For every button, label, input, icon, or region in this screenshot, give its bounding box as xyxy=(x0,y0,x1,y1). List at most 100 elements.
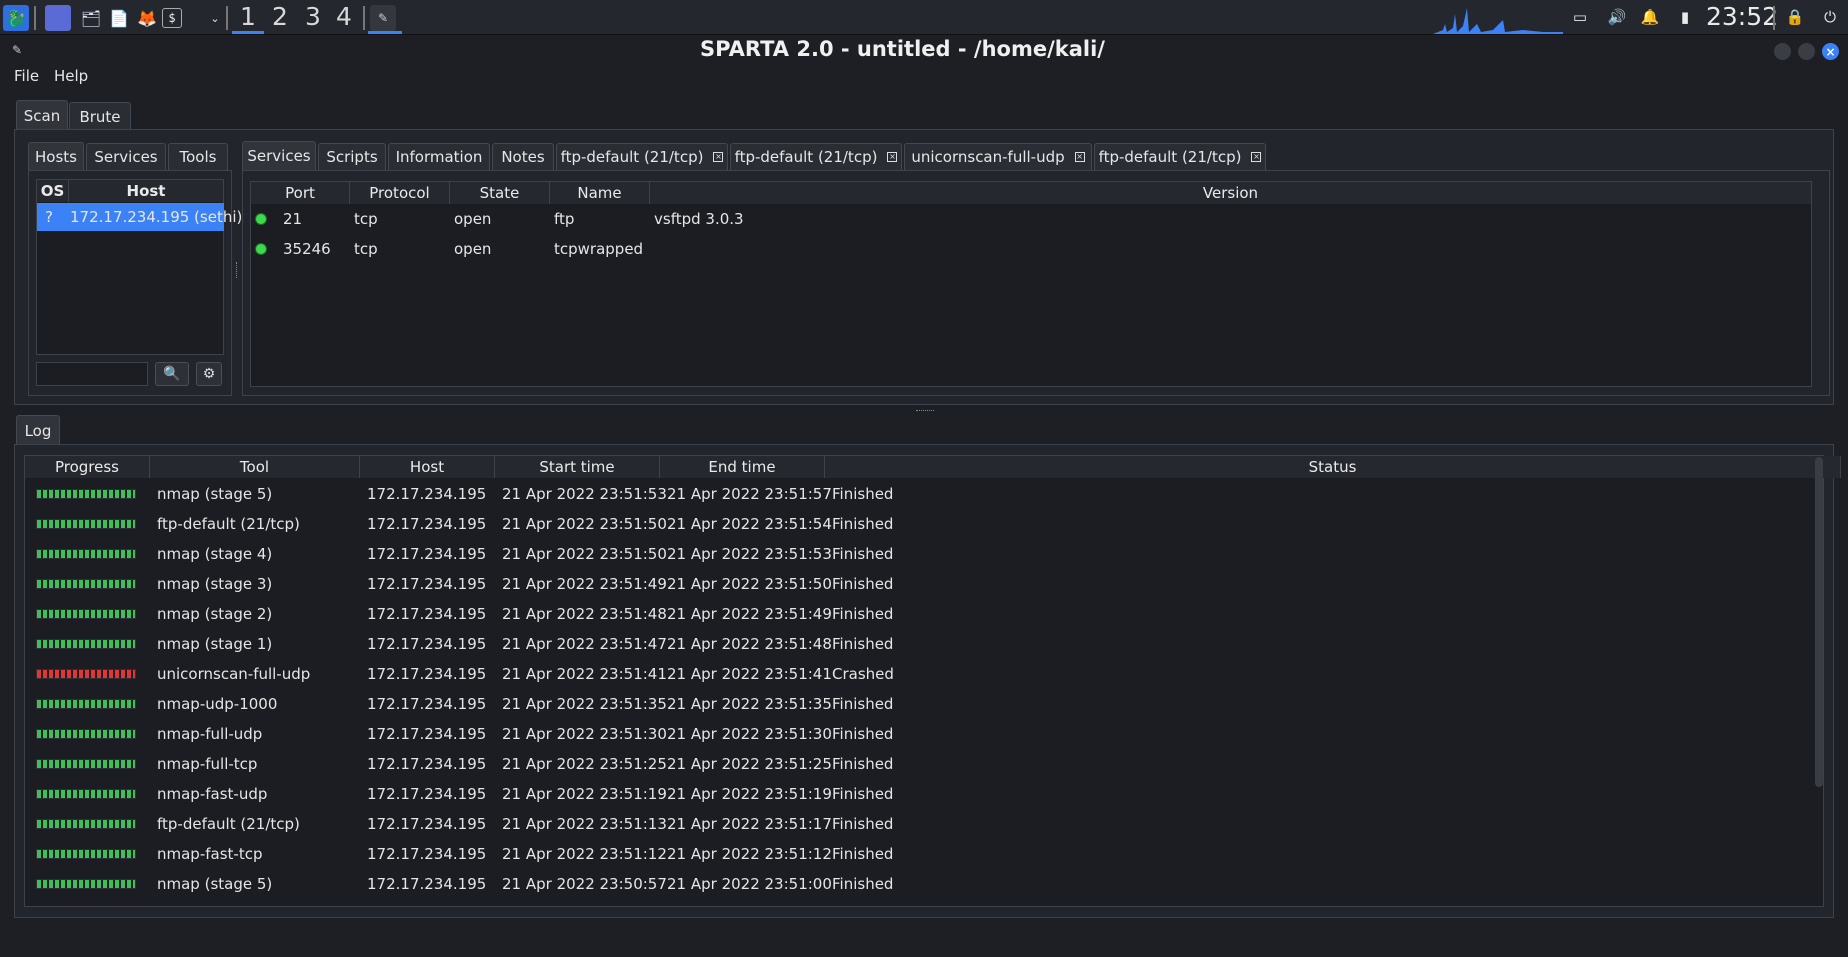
table-row[interactable]: nmap-full-tcp 172.17.234.195 21 Apr 2022 2… xyxy=(25,749,1815,779)
log-tool: ftp-default (21/tcp) xyxy=(157,815,300,833)
battery-icon[interactable]: ▮ xyxy=(1675,7,1695,27)
log-header-progress[interactable]: Progress xyxy=(25,456,150,478)
window-active-indicator xyxy=(368,31,402,34)
log-host: 172.17.234.195 xyxy=(367,725,487,743)
table-row[interactable]: nmap (stage 5) 172.17.234.195 21 Apr 2022 … xyxy=(25,869,1815,899)
close-tab-icon[interactable]: × xyxy=(1074,152,1085,162)
tab-scan[interactable]: Scan xyxy=(16,100,68,130)
clock[interactable]: 23:52 xyxy=(1706,2,1778,31)
table-row[interactable]: nmap-fast-tcp 172.17.234.195 21 Apr 2022 2… xyxy=(25,839,1815,869)
vertical-splitter-handle[interactable] xyxy=(916,410,934,413)
log-header-start-time[interactable]: Start time xyxy=(495,456,660,478)
notification-bell-icon[interactable]: 🔔 xyxy=(1640,7,1660,27)
search-button[interactable]: 🔍 xyxy=(155,362,189,386)
progress-bar xyxy=(36,789,136,799)
log-header-end-time[interactable]: End time xyxy=(660,456,825,478)
tab-log[interactable]: Log xyxy=(16,415,60,445)
table-row[interactable]: nmap-full-udp 172.17.234.195 21 Apr 2022 2… xyxy=(25,719,1815,749)
table-row[interactable]: nmap (stage 3) 172.17.234.195 21 Apr 2022 … xyxy=(25,569,1815,599)
tab-services-left[interactable]: Services xyxy=(86,143,166,170)
service-protocol: tcp xyxy=(354,240,378,258)
progress-bar xyxy=(36,669,136,679)
log-header-status[interactable]: Status xyxy=(825,456,1841,478)
tab-information[interactable]: Information xyxy=(388,143,490,170)
progress-bar xyxy=(36,879,136,889)
minimize-button[interactable] xyxy=(1774,43,1791,60)
tab-brute[interactable]: Brute xyxy=(69,102,131,130)
table-row[interactable]: nmap (stage 2) 172.17.234.195 21 Apr 2022 … xyxy=(25,599,1815,629)
workspace-2[interactable]: 2 xyxy=(272,2,288,31)
log-end-time: 21 Apr 2022 23:51:53 xyxy=(667,545,832,563)
volume-icon[interactable]: 🔊 xyxy=(1607,7,1627,27)
chevron-down-icon[interactable]: ⌄ xyxy=(202,5,228,31)
log-header-tool[interactable]: Tool xyxy=(150,456,360,478)
close-tab-icon[interactable]: × xyxy=(713,152,724,162)
menu-help[interactable]: Help xyxy=(54,67,88,85)
firefox-icon[interactable]: 🦊 xyxy=(134,5,160,31)
log-tool: nmap-fast-tcp xyxy=(157,845,263,863)
taskbar-separator xyxy=(226,6,228,30)
tab-ftp-default-2[interactable]: ftp-default (21/tcp) × xyxy=(730,143,902,170)
log-start-time: 21 Apr 2022 23:50:57 xyxy=(502,875,667,893)
log-status: Finished xyxy=(832,485,894,503)
hosts-header-host[interactable]: Host xyxy=(69,180,224,202)
tab-ftp-default-3[interactable]: ftp-default (21/tcp) × xyxy=(1094,143,1266,170)
table-row[interactable]: ftp-default (21/tcp) 172.17.234.195 21 Apr… xyxy=(25,509,1815,539)
tab-tools[interactable]: Tools xyxy=(168,143,228,170)
log-tool: nmap (stage 5) xyxy=(157,485,273,503)
table-row[interactable]: nmap (stage 5) 172.17.234.195 21 Apr 2022 … xyxy=(25,479,1815,509)
settings-button[interactable]: ⚙ xyxy=(196,362,222,386)
file-manager-icon[interactable]: 🗂 xyxy=(78,5,104,31)
log-start-time: 21 Apr 2022 23:51:13 xyxy=(502,815,667,833)
progress-bar xyxy=(36,849,136,859)
table-row[interactable]: ftp-default (21/tcp) 172.17.234.195 21 Apr… xyxy=(25,809,1815,839)
services-header-version[interactable]: Version xyxy=(650,182,1812,204)
table-row[interactable]: 21 tcp open ftp vsftpd 3.0.3 xyxy=(251,205,1812,233)
log-header-host[interactable]: Host xyxy=(360,456,495,478)
workspace-1[interactable]: 1 xyxy=(240,2,256,31)
table-row[interactable]: nmap (stage 1) 172.17.234.195 21 Apr 2022 … xyxy=(25,629,1815,659)
lock-icon[interactable]: 🔒 xyxy=(1785,7,1805,27)
tab-scripts[interactable]: Scripts xyxy=(318,143,386,170)
table-row[interactable]: nmap-fast-udp 172.17.234.195 21 Apr 2022 2… xyxy=(25,779,1815,809)
tab-notes[interactable]: Notes xyxy=(492,143,554,170)
log-status: Finished xyxy=(832,755,894,773)
tab-services[interactable]: Services xyxy=(242,141,316,170)
table-row[interactable]: 35246 tcp open tcpwrapped xyxy=(251,235,1812,263)
host-filter-input[interactable] xyxy=(36,362,148,386)
kali-menu-icon[interactable]: 🐉 xyxy=(3,5,29,31)
log-tool: nmap-full-tcp xyxy=(157,755,258,773)
close-tab-icon[interactable]: × xyxy=(1251,152,1262,162)
log-end-time: 21 Apr 2022 23:51:54 xyxy=(667,515,832,533)
table-row[interactable]: nmap-udp-1000 172.17.234.195 21 Apr 2022 2… xyxy=(25,689,1815,719)
terminal-icon[interactable]: $ xyxy=(162,8,182,28)
text-editor-icon[interactable]: 📄 xyxy=(106,5,132,31)
close-button[interactable]: × xyxy=(1822,43,1839,60)
tab-unicornscan-full-udp[interactable]: unicornscan-full-udp × xyxy=(904,143,1092,170)
tab-ftp-default-1[interactable]: ftp-default (21/tcp) × xyxy=(556,143,728,170)
close-tab-icon[interactable]: × xyxy=(887,152,898,162)
tab-hosts[interactable]: Hosts xyxy=(28,142,84,170)
progress-bar xyxy=(36,519,136,529)
services-header-port[interactable]: Port xyxy=(251,182,350,204)
services-header-state[interactable]: State xyxy=(450,182,550,204)
show-desktop-icon[interactable] xyxy=(45,5,71,31)
services-header-protocol[interactable]: Protocol xyxy=(350,182,450,204)
services-header-name[interactable]: Name xyxy=(550,182,650,204)
hosts-header-os[interactable]: OS xyxy=(37,180,69,202)
splitter-handle[interactable] xyxy=(236,262,239,278)
maximize-button[interactable] xyxy=(1798,43,1815,60)
table-row[interactable]: unicornscan-full-udp 172.17.234.195 21 Apr… xyxy=(25,659,1815,689)
power-icon[interactable]: ⏻ xyxy=(1820,7,1840,27)
hosts-table: OS Host ? 172.17.234.195 (sethi) xyxy=(36,179,242,355)
menu-file[interactable]: File xyxy=(14,67,39,85)
sparta-window-button-icon[interactable]: ✎ xyxy=(370,5,396,31)
taskbar-separator xyxy=(34,6,36,30)
workspace-3[interactable]: 3 xyxy=(305,2,321,31)
log-scrollbar[interactable] xyxy=(1815,457,1823,787)
workspace-4[interactable]: 4 xyxy=(336,2,352,31)
table-row[interactable]: ? 172.17.234.195 (sethi) xyxy=(37,203,242,231)
log-status: Crashed xyxy=(832,665,894,683)
table-row[interactable]: nmap (stage 4) 172.17.234.195 21 Apr 2022 … xyxy=(25,539,1815,569)
display-icon[interactable]: ▭ xyxy=(1570,7,1590,27)
